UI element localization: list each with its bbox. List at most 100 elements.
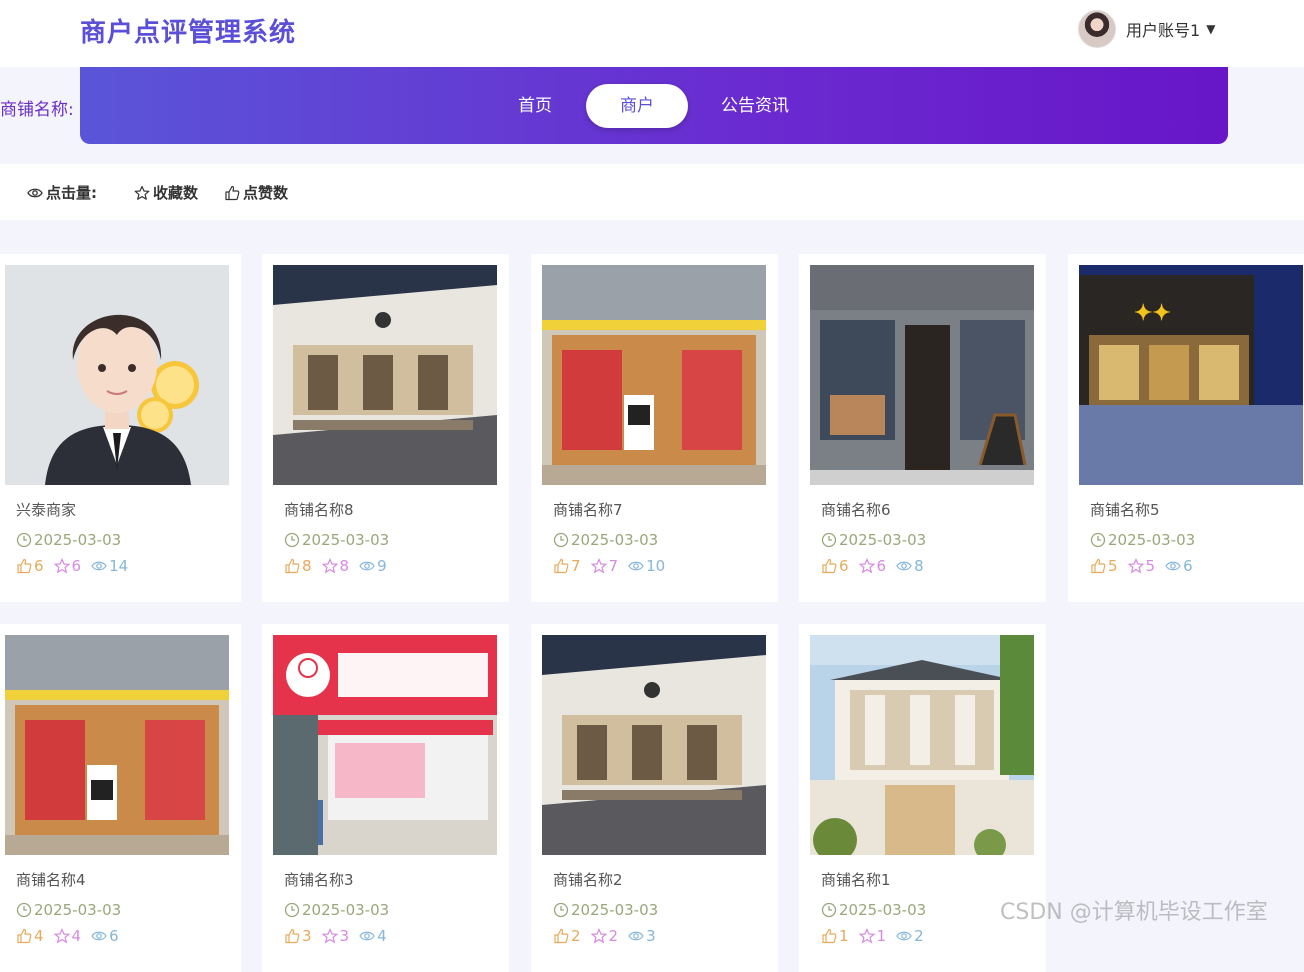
thumbs-up-icon	[1091, 558, 1106, 574]
sort-favorites-label: 收藏数	[153, 184, 199, 202]
thumbs-up-icon	[822, 558, 837, 574]
merchant-photo[interactable]	[5, 265, 229, 485]
user-menu[interactable]: 用户账号1 ▼	[1078, 10, 1215, 48]
thumbs-up-icon	[285, 558, 300, 574]
merchant-name[interactable]: 商铺名称6	[821, 499, 891, 520]
view-count: 14	[91, 557, 128, 575]
star-icon	[53, 558, 70, 574]
star-icon	[134, 185, 150, 200]
chevron-down-icon[interactable]: ▼	[1206, 22, 1215, 36]
merchant-card[interactable]: 商铺名称3 2025-03-03 3 3 4	[262, 624, 509, 972]
merchant-date-text: 2025-03-03	[1108, 531, 1196, 549]
merchant-card[interactable]: ✦✦ 商铺名称5 2025-03-03 5 5 6	[1068, 254, 1304, 602]
merchant-date-text: 2025-03-03	[839, 901, 927, 919]
thumbs-up-icon	[822, 928, 837, 944]
app-title: 商户点评管理系统	[80, 18, 297, 48]
favorite-count-value: 2	[608, 927, 619, 945]
like-count-value: 7	[571, 557, 581, 575]
like-count-value: 4	[34, 927, 44, 945]
sort-by-favorites[interactable]: 收藏数	[134, 182, 198, 203]
view-count-value: 6	[1183, 557, 1193, 575]
clock-icon	[1090, 532, 1106, 548]
star-icon	[321, 558, 338, 574]
favorite-count-value: 6	[71, 557, 82, 575]
view-count: 6	[1165, 557, 1193, 575]
eye-icon	[896, 931, 912, 941]
merchant-stats: 1 1 2	[821, 927, 934, 945]
like-count: 5	[1090, 557, 1118, 575]
like-count-value: 3	[302, 927, 312, 945]
sort-bar: 点击量: 收藏数 点赞数	[0, 164, 1304, 220]
merchant-date: 2025-03-03	[16, 531, 121, 549]
clock-icon	[553, 532, 569, 548]
thumbs-up-icon	[554, 928, 569, 944]
merchant-date: 2025-03-03	[821, 531, 926, 549]
avatar[interactable]	[1078, 10, 1116, 48]
nav-notice[interactable]: 公告资讯	[710, 84, 800, 128]
like-count: 1	[821, 927, 849, 945]
favorite-count: 6	[53, 557, 82, 575]
merchant-name[interactable]: 商铺名称4	[16, 869, 86, 890]
eye-icon	[91, 931, 107, 941]
eye-icon	[91, 561, 107, 571]
merchant-card[interactable]: 商铺名称7 2025-03-03 7 7 10	[531, 254, 778, 602]
merchant-name[interactable]: 商铺名称7	[553, 499, 623, 520]
eye-icon	[359, 931, 375, 941]
nav-home[interactable]: 首页	[505, 84, 565, 128]
merchant-name[interactable]: 商铺名称5	[1090, 499, 1160, 520]
top-bar: 商户点评管理系统 用户账号1 ▼	[0, 0, 1304, 67]
merchant-photo[interactable]: ✦✦	[1079, 265, 1303, 485]
like-count: 3	[284, 927, 312, 945]
merchant-photo[interactable]	[810, 635, 1034, 855]
user-name[interactable]: 用户账号1	[1126, 17, 1200, 41]
clock-icon	[553, 902, 569, 918]
merchant-name[interactable]: 商铺名称3	[284, 869, 354, 890]
merchant-card[interactable]: 兴泰商家 2025-03-03 6 6 14	[0, 254, 241, 602]
thumbs-up-icon	[17, 558, 32, 574]
merchant-photo[interactable]	[542, 265, 766, 485]
view-count: 9	[359, 557, 387, 575]
merchant-card[interactable]: 商铺名称4 2025-03-03 4 4 6	[0, 624, 241, 972]
favorite-count: 5	[1127, 557, 1155, 575]
merchant-date: 2025-03-03	[16, 901, 121, 919]
favorite-count: 2	[590, 927, 619, 945]
merchant-name[interactable]: 兴泰商家	[16, 499, 76, 520]
like-count: 2	[553, 927, 581, 945]
merchant-stats: 6 6 8	[821, 557, 934, 575]
merchant-name[interactable]: 商铺名称2	[553, 869, 623, 890]
view-count-value: 4	[377, 927, 387, 945]
favorite-count-value: 8	[339, 557, 350, 575]
merchant-date-text: 2025-03-03	[34, 531, 122, 549]
view-count-value: 8	[914, 557, 924, 575]
merchant-name[interactable]: 商铺名称8	[284, 499, 354, 520]
sort-by-likes[interactable]: 点赞数	[224, 182, 288, 203]
like-count: 4	[16, 927, 44, 945]
like-count: 7	[553, 557, 581, 575]
main-nav: 首页 商户 公告资讯	[80, 67, 1228, 144]
merchant-card[interactable]: 商铺名称6 2025-03-03 6 6 8	[799, 254, 1046, 602]
sort-by-views[interactable]: 点击量:	[27, 182, 97, 203]
nav-merchant[interactable]: 商户	[586, 84, 688, 128]
watermark: CSDN @计算机毕设工作室	[1000, 900, 1268, 925]
merchant-card[interactable]: 商铺名称2 2025-03-03 2 2 3	[531, 624, 778, 972]
favorite-count: 4	[53, 927, 81, 945]
star-icon	[590, 928, 607, 944]
thumbs-up-icon	[285, 928, 300, 944]
merchant-photo[interactable]	[5, 635, 229, 855]
star-icon	[53, 928, 70, 944]
view-count-value: 10	[646, 557, 666, 575]
merchant-name[interactable]: 商铺名称1	[821, 869, 891, 890]
search-label: 商铺名称:	[0, 100, 74, 120]
merchant-card[interactable]: 商铺名称8 2025-03-03 8 8 9	[262, 254, 509, 602]
eye-icon	[896, 561, 912, 571]
merchant-photo[interactable]	[810, 265, 1034, 485]
merchant-date: 2025-03-03	[553, 901, 658, 919]
merchant-date: 2025-03-03	[284, 531, 389, 549]
eye-icon	[628, 561, 644, 571]
merchant-photo[interactable]	[273, 635, 497, 855]
merchant-photo[interactable]	[542, 635, 766, 855]
star-icon	[321, 928, 338, 944]
merchant-photo[interactable]	[273, 265, 497, 485]
like-count-value: 2	[571, 927, 581, 945]
merchant-date: 2025-03-03	[553, 531, 658, 549]
